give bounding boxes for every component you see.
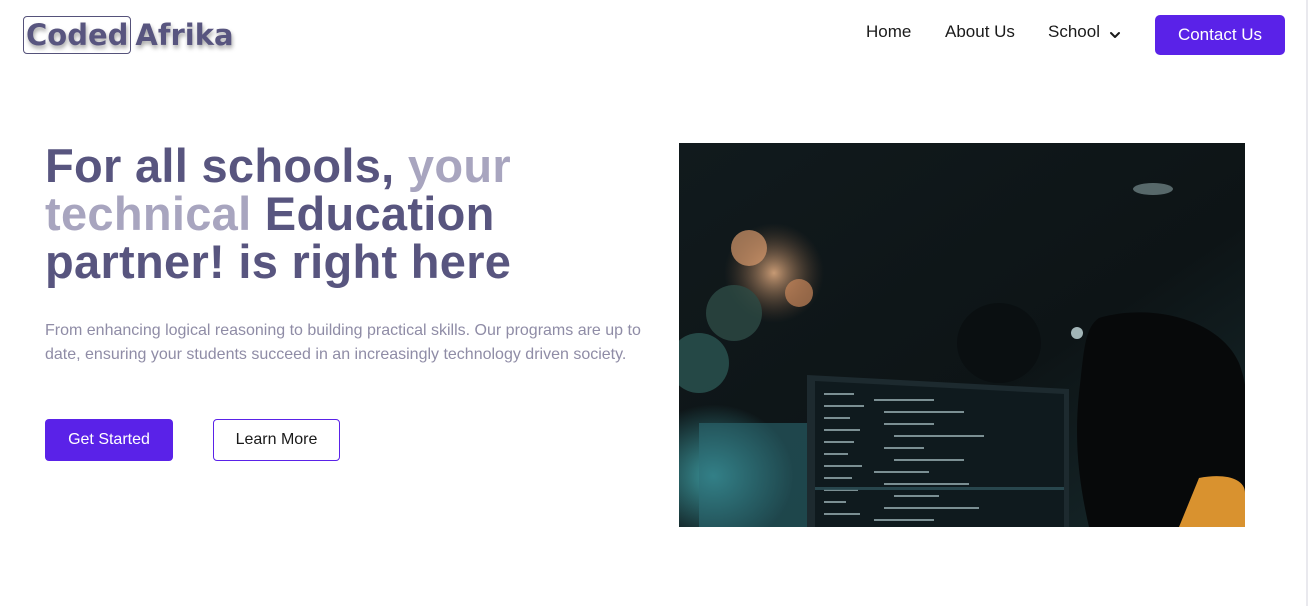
hero-title: For all schools, your technical Educatio…	[45, 142, 645, 286]
nav-school-label: School	[1048, 22, 1100, 41]
hero-description: From enhancing logical reasoning to buil…	[45, 322, 641, 363]
chevron-down-icon	[1109, 26, 1121, 38]
get-started-button[interactable]: Get Started	[45, 419, 173, 461]
contact-us-button[interactable]: Contact Us	[1155, 15, 1285, 55]
hero-title-part1: For all schools,	[45, 139, 408, 192]
nav-school-dropdown[interactable]: School	[1048, 22, 1121, 42]
learn-more-button[interactable]: Learn More	[213, 419, 340, 461]
nav-about-us[interactable]: About Us	[945, 22, 1015, 42]
hero-image	[679, 143, 1245, 527]
logo-text: Afrika	[135, 18, 234, 52]
page: Coded Afrika Home About Us School Contac…	[0, 0, 1308, 606]
logo-boxed-text: Coded	[23, 16, 132, 54]
logo[interactable]: Coded Afrika	[23, 15, 234, 55]
nav-home[interactable]: Home	[866, 22, 911, 42]
